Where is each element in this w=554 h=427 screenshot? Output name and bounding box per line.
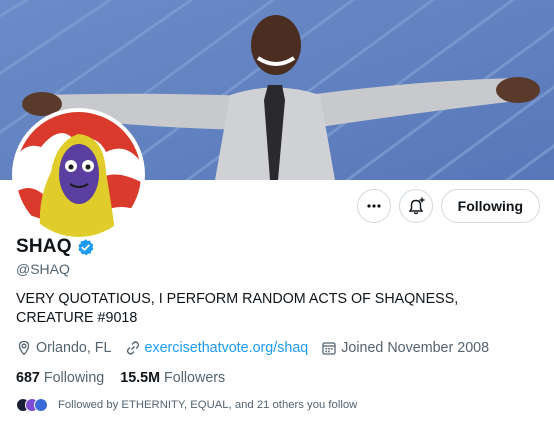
location-text: Orlando, FL [36,340,112,356]
user-handle: @SHAQ [16,261,70,277]
following-button[interactable]: Following [440,189,540,223]
more-horizontal-icon [367,204,381,208]
joined-text: Joined November 2008 [341,340,490,356]
followers-count-link[interactable]: 15.5M Followers [120,370,225,386]
avatar-image [16,112,141,237]
followed-by-text: Followed by ETHERNITY, EQUAL, and 21 oth… [58,399,358,411]
name-row: SHAQ [16,236,95,258]
profile-bio: VERY QUOTATIOUS, I PERFORM RANDOM ACTS O… [16,291,459,326]
location-item: Orlando, FL [16,340,112,356]
notifications-button[interactable] [398,189,433,223]
follow-counts: 687 Following 15.5M Followers [16,370,241,386]
link-icon [126,341,139,355]
profile-avatar[interactable] [12,108,145,241]
website-item: exercisethatvote.org/shaq [125,340,309,356]
bell-plus-icon [408,197,425,215]
website-link[interactable]: exercisethatvote.org/shaq [145,340,309,356]
profile-meta: Orlando, FL exercisethatvote.org/shaq Jo… [16,340,502,356]
location-pin-icon [18,340,30,356]
following-count-link[interactable]: 687 Following [16,370,104,386]
more-button[interactable] [356,189,391,223]
following-count: 687 [16,370,40,386]
followers-count: 15.5M [120,370,161,386]
calendar-icon [322,342,336,355]
display-name: SHAQ [16,236,72,257]
followed-by-avatars [16,398,48,412]
follower-avatar [34,398,48,412]
joined-item: Joined November 2008 [321,340,489,356]
following-label: Following [43,370,105,386]
profile-actions: Following [356,189,540,223]
followed-by-row[interactable]: Followed by ETHERNITY, EQUAL, and 21 oth… [16,398,357,412]
followers-label: Followers [164,370,226,386]
verified-badge-icon[interactable] [76,238,95,257]
